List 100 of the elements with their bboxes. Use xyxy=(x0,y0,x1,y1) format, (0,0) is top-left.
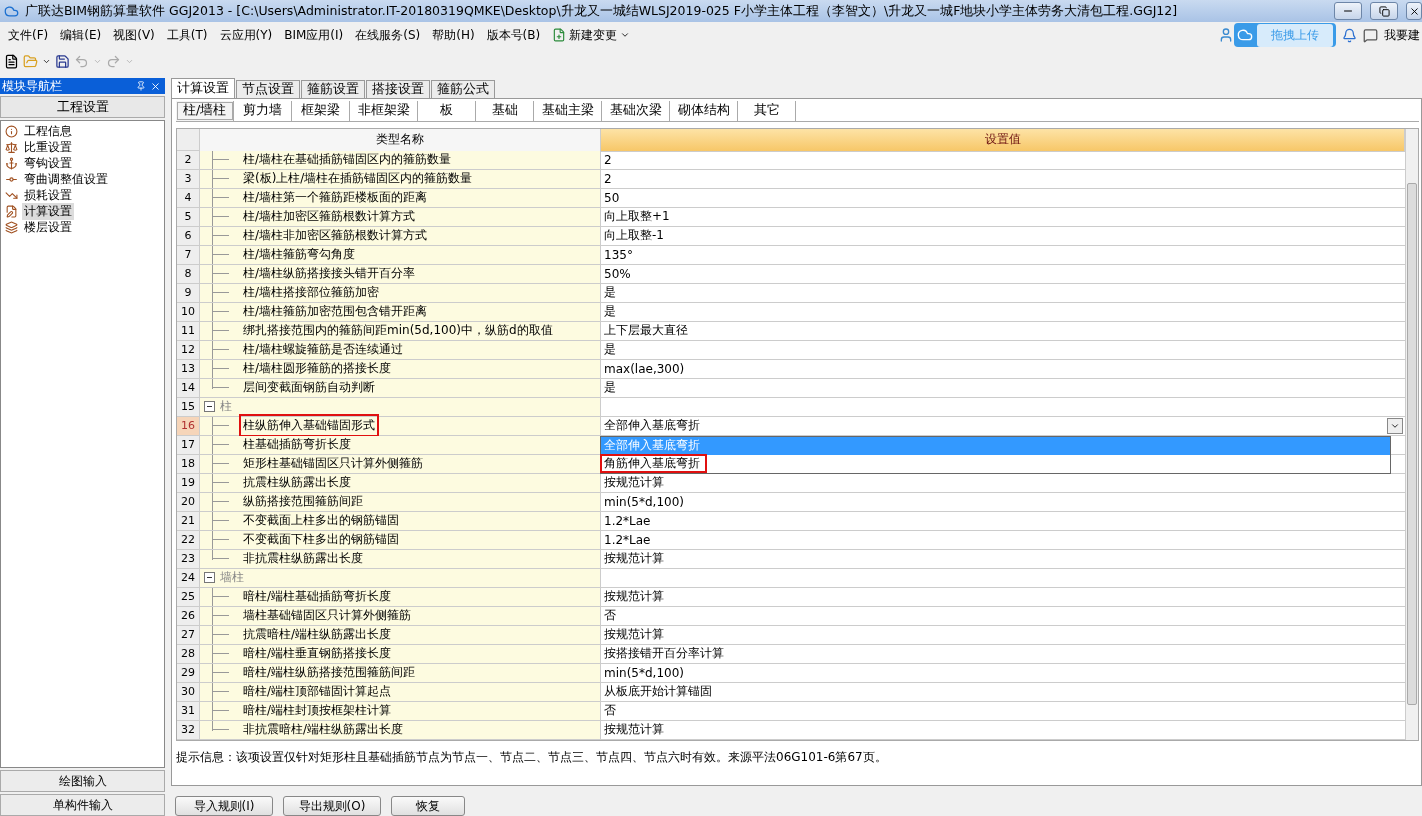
setting-icon xyxy=(5,204,18,218)
setting-name: 柱/墙柱加密区箍筋根数计算方式 xyxy=(242,208,417,226)
menu-item[interactable]: 在线服务(S) xyxy=(349,26,427,44)
setting-icon xyxy=(5,124,18,138)
menu-item[interactable]: 视图(V) xyxy=(107,26,161,44)
feedback-link[interactable]: 我要建 xyxy=(1378,26,1420,44)
caret-icon xyxy=(620,30,631,40)
setting-value: 按规范计算 xyxy=(604,588,664,606)
setting-name: 不变截面下柱多出的钢筋锚固 xyxy=(242,531,400,549)
menu-item[interactable]: 帮助(H) xyxy=(426,26,481,44)
setting-value: 向上取整+1 xyxy=(604,208,670,226)
setting-name: 柱/墙柱螺旋箍筋是否连续通过 xyxy=(242,341,405,359)
setting-name: 柱/墙柱纵筋搭接接头错开百分率 xyxy=(242,265,417,283)
setting-value: 是 xyxy=(604,284,616,302)
restore-button[interactable] xyxy=(1370,2,1398,20)
setting-name: 暗柱/端柱封顶按框架柱计算 xyxy=(242,702,393,720)
setting-name: 柱/墙柱箍筋加密范围包含错开距离 xyxy=(242,303,429,321)
setting-value: 50% xyxy=(604,266,631,281)
setting-value: 1.2*Lae xyxy=(604,532,651,547)
nav-item[interactable]: 工程信息 xyxy=(22,122,74,140)
bell-icon[interactable] xyxy=(1342,27,1357,43)
setting-value: 2 xyxy=(604,171,612,186)
setting-name: 柱/墙柱非加密区箍筋根数计算方式 xyxy=(242,227,429,245)
nav-item[interactable]: 楼层设置 xyxy=(22,218,74,236)
setting-value: max(lae,300) xyxy=(604,361,685,376)
chat-icon[interactable] xyxy=(1363,27,1378,43)
setting-value: 是 xyxy=(604,341,616,359)
setting-value: 上下层最大直径 xyxy=(604,322,688,340)
setting-value: 按搭接错开百分率计算 xyxy=(604,645,724,663)
setting-name: 不变截面上柱多出的钢筋锚固 xyxy=(242,512,400,530)
rule-button[interactable]: 恢复 xyxy=(391,796,465,816)
setting-value: 否 xyxy=(604,702,616,720)
tab[interactable]: 节点设置 xyxy=(236,80,300,98)
setting-value: 是 xyxy=(604,303,616,321)
user-icon[interactable] xyxy=(1218,27,1234,43)
setting-name: 非抗震柱纵筋露出长度 xyxy=(242,550,364,568)
menu-item[interactable]: 云应用(Y) xyxy=(213,26,279,44)
menu-item[interactable]: 版本号(B) xyxy=(480,26,547,44)
nav-item[interactable]: 损耗设置 xyxy=(22,186,74,204)
menu-item[interactable]: 工具(T) xyxy=(160,26,214,44)
setting-name: 层间变截面钢筋自动判断 xyxy=(242,379,376,397)
setting-value: 1.2*Lae xyxy=(604,513,651,528)
nav-item[interactable]: 计算设置 xyxy=(22,202,74,220)
menu-item[interactable]: 编辑(E) xyxy=(54,26,108,44)
nav-item[interactable]: 比重设置 xyxy=(22,138,74,156)
setting-icon xyxy=(5,156,18,170)
setting-name: 矩形柱基础锚固区只计算外侧箍筋 xyxy=(242,455,424,473)
save-icon[interactable] xyxy=(55,53,70,69)
setting-value: 2 xyxy=(604,152,612,167)
section-header[interactable]: 工程设置 xyxy=(0,96,165,118)
group-label: 墙柱 xyxy=(220,569,244,587)
module-button[interactable]: 单构件输入 xyxy=(0,794,165,816)
new-file-icon[interactable] xyxy=(4,53,19,69)
setting-name: 柱/墙柱箍筋弯勾角度 xyxy=(242,246,357,264)
menu-item[interactable]: BIM应用(I) xyxy=(278,26,350,44)
cloud-icon xyxy=(1237,27,1253,43)
menu-item[interactable]: 文件(F) xyxy=(2,26,55,44)
setting-name: 绑扎搭接范围内的箍筋间距min(5d,100)中，纵筋d的取值 xyxy=(242,322,554,340)
setting-name: 抗震柱纵筋露出长度 xyxy=(242,474,352,492)
setting-value: 是 xyxy=(604,379,616,397)
setting-value: 按规范计算 xyxy=(604,626,664,644)
hint-text: 提示信息：该项设置仅针对矩形柱且基础插筋节点为节点一、节点二、节点三、节点四、节点六时有效。来源平法06G101-6第67页。 xyxy=(176,748,888,766)
setting-name: 柱/墙柱第一个箍筋距楼板面的距离 xyxy=(242,189,429,207)
document-plus-icon xyxy=(552,28,567,42)
collapse-toggle-icon[interactable] xyxy=(204,572,215,584)
setting-icon xyxy=(5,220,18,234)
column-header: 设置值 xyxy=(601,128,1405,152)
menu-item[interactable]: 新建变更 xyxy=(546,26,637,44)
setting-icon xyxy=(5,140,18,154)
setting-value: 135° xyxy=(604,247,633,262)
setting-name: 暗柱/端柱基础插筋弯折长度 xyxy=(242,588,393,606)
close-icon[interactable] xyxy=(150,80,161,92)
close-button[interactable] xyxy=(1406,2,1422,20)
scrollbar[interactable] xyxy=(1405,128,1418,740)
tab[interactable]: 搭接设置 xyxy=(366,80,430,98)
collapse-toggle-icon[interactable] xyxy=(204,401,215,413)
setting-name: 柱纵筋伸入基础锚固形式 xyxy=(241,416,377,436)
module-button[interactable]: 绘图输入 xyxy=(0,770,165,792)
minimize-button[interactable] xyxy=(1334,2,1362,20)
value-dropdown[interactable]: 全部伸入基底弯折 xyxy=(604,416,1405,435)
setting-value: min(5*d,100) xyxy=(604,494,684,509)
tab[interactable]: 箍筋设置 xyxy=(301,80,365,98)
setting-name: 柱/墙柱在基础插筋锚固区内的箍筋数量 xyxy=(242,151,453,169)
nav-item[interactable]: 弯曲调整值设置 xyxy=(22,170,110,188)
setting-name: 柱/墙柱圆形箍筋的搭接长度 xyxy=(242,360,393,378)
setting-name: 柱基础插筋弯折长度 xyxy=(242,436,352,454)
tab[interactable]: 计算设置 xyxy=(171,78,235,98)
group-label: 柱 xyxy=(220,398,232,416)
rule-button[interactable]: 导入规则(I) xyxy=(175,796,273,816)
setting-value: 否 xyxy=(604,607,616,625)
sub-tab[interactable]: 柱/墙柱 xyxy=(176,101,234,121)
setting-name: 暗柱/端柱纵筋搭接范围箍筋间距 xyxy=(242,664,417,682)
rule-button[interactable]: 导出规则(O) xyxy=(283,796,381,816)
tab[interactable]: 箍筋公式 xyxy=(431,80,495,98)
setting-name: 柱/墙柱搭接部位箍筋加密 xyxy=(242,284,381,302)
nav-item[interactable]: 弯钩设置 xyxy=(22,154,74,172)
setting-value: 从板底开始计算锚固 xyxy=(604,683,712,701)
setting-name: 非抗震暗柱/端柱纵筋露出长度 xyxy=(242,721,405,739)
setting-name: 墙柱基础锚固区只计算外侧箍筋 xyxy=(242,607,412,625)
pin-icon[interactable] xyxy=(136,81,146,91)
